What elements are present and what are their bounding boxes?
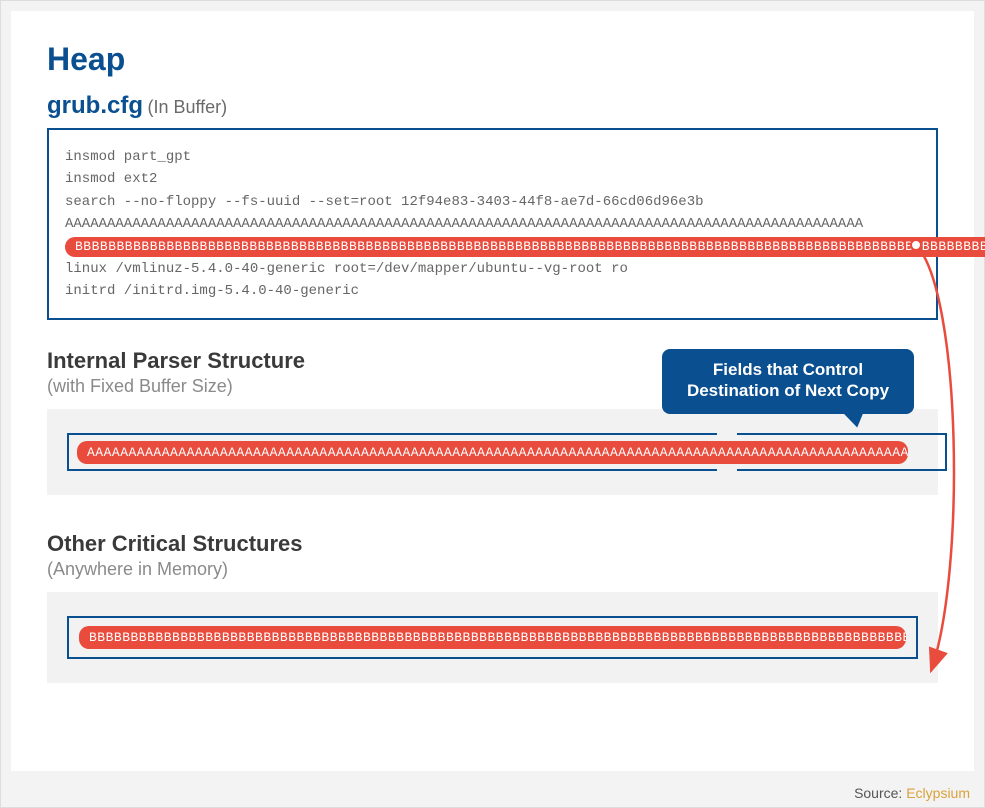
grub-buffer-box: insmod part_gpt insmod ext2 search --no-… <box>47 128 938 320</box>
code-line: search --no-floppy --fs-uuid --set=root … <box>65 191 920 213</box>
diagram-canvas: Heap grub.cfg (In Buffer) insmod part_gp… <box>11 11 974 771</box>
code-line: linux /vmlinuz-5.4.0-40-generic root=/de… <box>65 258 920 280</box>
callout-box: Fields that Control Destination of Next … <box>662 349 914 414</box>
overflow-b-row: BBBBBBBBBBBBBBBBBBBBBBBBBBBBBBBBBBBBBBBB… <box>65 237 920 257</box>
heap-title: Heap <box>47 41 938 78</box>
callout-line1: Fields that Control <box>678 359 898 380</box>
source-credit: Source: Eclypsium <box>854 785 970 801</box>
code-line-a: AAAAAAAAAAAAAAAAAAAAAAAAAAAAAAAAAAAAAAAA… <box>65 213 920 235</box>
callout-line2: Destination of Next Copy <box>678 380 898 401</box>
b-overflow-pill: BBBBBBBBBBBBBBBBBBBBBBBBBBBBBBBBBBBBBBBB… <box>79 626 906 649</box>
overflow-b-pill: BBBBBBBBBBBBBBBBBBBBBBBBBBBBBBBBBBBBBBBB… <box>65 237 985 257</box>
buffer-sublabel: (In Buffer) <box>147 97 227 117</box>
code-line: initrd /initrd.img-5.4.0-40-generic <box>65 280 920 302</box>
a-overflow-wrap: AAAAAAAAAAAAAAAAAAAAAAAAAAAAAAAAAAAAAAAA… <box>77 441 908 464</box>
source-link[interactable]: Eclypsium <box>906 785 970 801</box>
a-overflow-pill: AAAAAAAAAAAAAAAAAAAAAAAAAAAAAAAAAAAAAAAA… <box>77 441 908 464</box>
source-prefix: Source: <box>854 785 906 801</box>
code-line: insmod ext2 <box>65 168 920 190</box>
other-subtitle: (Anywhere in Memory) <box>47 559 938 580</box>
buffer-header: grub.cfg (In Buffer) <box>47 92 938 120</box>
parser-panel: AAAAAAAAAAAAAAAAAAAAAAAAAAAAAAAAAAAAAAAA… <box>47 409 938 495</box>
other-struct-box: BBBBBBBBBBBBBBBBBBBBBBBBBBBBBBBBBBBBBBBB… <box>67 616 918 659</box>
other-panel: BBBBBBBBBBBBBBBBBBBBBBBBBBBBBBBBBBBBBBBB… <box>47 592 938 683</box>
code-line: insmod part_gpt <box>65 146 920 168</box>
diagram-frame: Heap grub.cfg (In Buffer) insmod part_gp… <box>0 0 985 808</box>
other-title: Other Critical Structures <box>47 531 938 557</box>
buffer-filename: grub.cfg <box>47 92 143 119</box>
